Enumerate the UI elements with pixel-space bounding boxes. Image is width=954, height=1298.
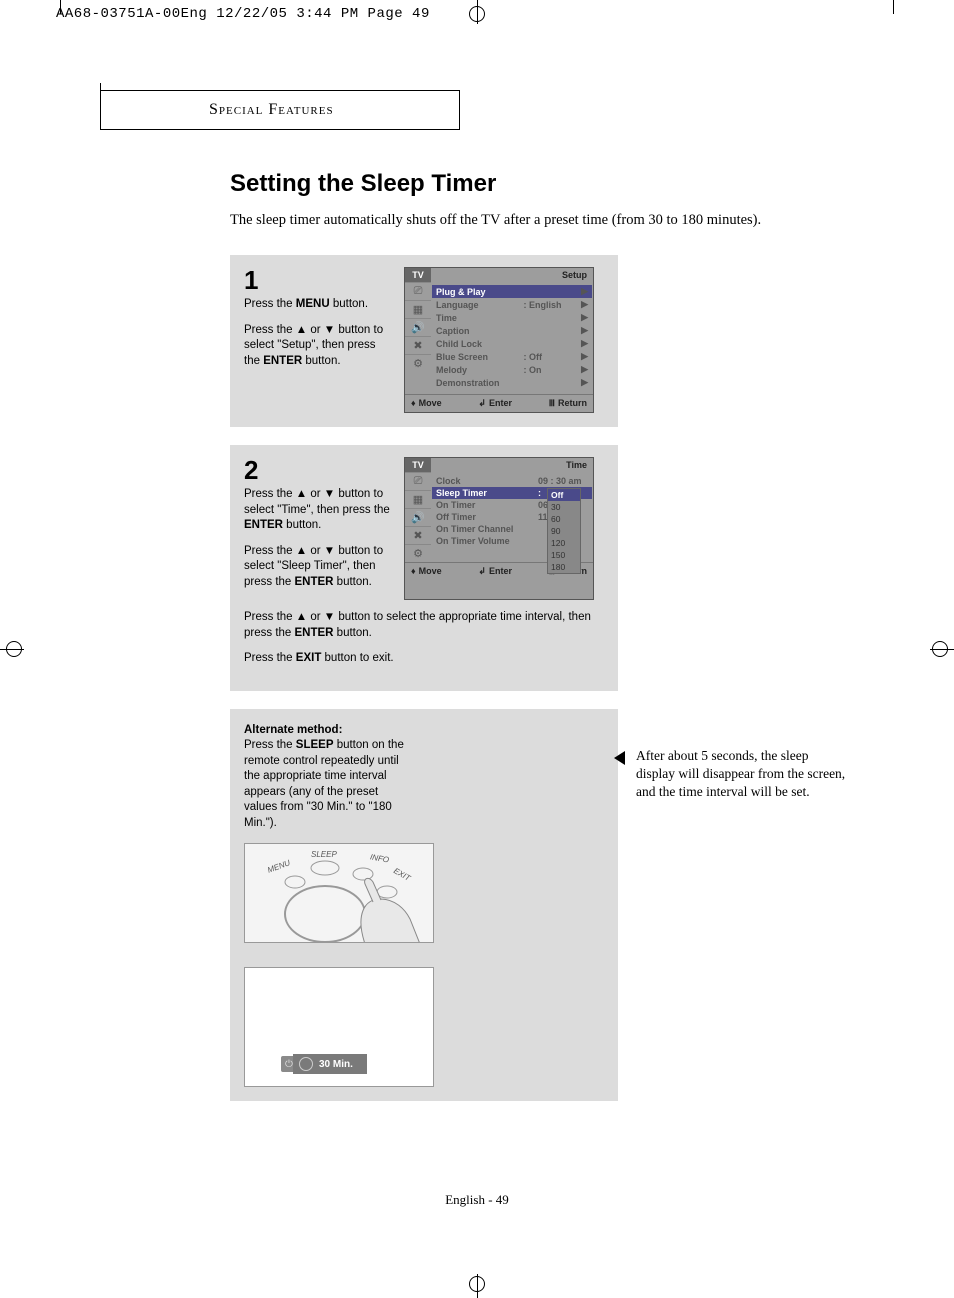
osd-row-demonstration: Demonstration▶: [436, 376, 588, 389]
sleep-timer-dropdown: Off 30 60 90 120 150 180: [547, 488, 581, 574]
page-title: Setting the Sleep Timer: [230, 170, 920, 198]
exit-key: EXIT: [296, 652, 322, 664]
alternate-text: Alternate method: Press the SLEEP button…: [244, 723, 404, 832]
section-heading: Special Features: [100, 90, 460, 130]
crop-mark-left: [0, 637, 24, 661]
osd-enter-hint: ↲Enter: [478, 398, 512, 409]
t: button.: [333, 627, 371, 639]
step-2-box: 2 Press the ▲ or ▼ button to select "Tim…: [230, 445, 618, 691]
osd-footer: ♦Move ↲Enter ⅢReturn: [405, 394, 593, 412]
osd-tv-tab: TV: [405, 458, 431, 472]
t: button.: [302, 355, 340, 367]
osd-icon-column: ⎚ ▦ 🔊 ✖ ⚙: [405, 282, 431, 394]
sleep-osd-preview: ⏻ 30 Min.: [244, 967, 434, 1087]
osd-row-time: Time▶: [436, 311, 588, 324]
t: button on the remote control repeatedly …: [244, 739, 404, 829]
step-2-continued: Press the ▲ or ▼ button to select the ap…: [244, 610, 604, 667]
t: button to exit.: [321, 652, 393, 664]
t: button.: [333, 576, 371, 588]
osd-row-melody: Melody: On▶: [436, 363, 588, 376]
osd-move-hint: ♦Move: [411, 566, 442, 577]
t: button.: [283, 519, 321, 531]
crop-mark-top: [465, 0, 489, 24]
t: Press the: [244, 739, 296, 751]
osd-icon-column: ⎚ ▦ 🔊 ✖ ⚙: [405, 472, 431, 562]
osd-time-menu: TV Time ⎚ ▦ 🔊 ✖ ⚙ Clock09 : 30 am Sleep …: [404, 457, 594, 600]
osd-tv-tab: TV: [405, 268, 431, 282]
enter-key: ENTER: [244, 519, 283, 531]
remote-illustration: MENU SLEEP INFO EXIT: [244, 843, 434, 943]
osd-return-hint: ⅢReturn: [549, 398, 587, 409]
triangle-left-icon: [614, 751, 625, 765]
sound-icon: 🔊: [405, 508, 431, 526]
t: Press the: [244, 652, 296, 664]
dropdown-opt-off: Off: [548, 489, 580, 501]
t: Press the: [244, 298, 296, 310]
osd-row-clock: Clock09 : 30 am: [436, 475, 588, 487]
alternate-heading: Alternate method:: [244, 724, 342, 736]
sleep-key: SLEEP: [296, 739, 334, 751]
setup-icon: ⚙: [405, 544, 431, 562]
dropdown-opt-180: 180: [548, 561, 580, 573]
corner-tick: [893, 0, 894, 14]
dropdown-opt-90: 90: [548, 525, 580, 537]
crop-mark-bottom: [465, 1274, 489, 1298]
page-footer: English - 49: [445, 1192, 509, 1208]
enter-key: ENTER: [263, 355, 302, 367]
osd-row-language: Language: English▶: [436, 298, 588, 311]
osd-row-child-lock: Child Lock▶: [436, 337, 588, 350]
osd-move-hint: ♦Move: [411, 398, 442, 409]
step-1-number: 1: [244, 267, 394, 293]
sound-icon: 🔊: [405, 318, 431, 336]
input-icon: ⎚: [405, 472, 431, 490]
remote-drawing-icon: [245, 844, 434, 943]
osd-row-blue-screen: Blue Screen: Off▶: [436, 350, 588, 363]
step-2-text: 2 Press the ▲ or ▼ button to select "Tim…: [244, 457, 394, 600]
osd-setup-menu: TV Setup ⎚ ▦ 🔊 ✖ ⚙ Plug & Play▶ Language…: [404, 267, 594, 413]
osd-enter-hint: ↲Enter: [478, 566, 512, 577]
step-2-number: 2: [244, 457, 394, 483]
enter-key: ENTER: [295, 576, 334, 588]
t: button.: [330, 298, 368, 310]
step-1-text: 1 Press the MENU button. Press the ▲ or …: [244, 267, 394, 413]
section-heading-text: Special Features: [209, 101, 334, 119]
setup-icon: ⚙: [405, 354, 431, 372]
dropdown-opt-150: 150: [548, 549, 580, 561]
osd-list: Plug & Play▶ Language: English▶ Time▶ Ca…: [431, 282, 593, 394]
crop-mark-right: [930, 637, 954, 661]
osd-title: Setup: [431, 268, 593, 282]
osd-row-caption: Caption▶: [436, 324, 588, 337]
step-1-box: 1 Press the MENU button. Press the ▲ or …: [230, 255, 618, 427]
dropdown-opt-60: 60: [548, 513, 580, 525]
dropdown-opt-30: 30: [548, 501, 580, 513]
side-note: After about 5 seconds, the sleep display…: [636, 747, 846, 802]
alternate-method-box: Alternate method: Press the SLEEP button…: [230, 709, 618, 1102]
side-note-text: After about 5 seconds, the sleep display…: [636, 748, 845, 799]
channel-icon: ✖: [405, 526, 431, 544]
dropdown-opt-120: 120: [548, 537, 580, 549]
enter-key: ENTER: [295, 627, 334, 639]
menu-key: MENU: [296, 298, 330, 310]
sleep-osd-value: 30 Min.: [293, 1054, 367, 1074]
t: Press the ▲ or ▼ button to select "Time"…: [244, 488, 390, 516]
input-icon: ⎚: [405, 282, 431, 300]
picture-icon: ▦: [405, 300, 431, 318]
channel-icon: ✖: [405, 336, 431, 354]
corner-tick: [60, 0, 61, 14]
osd-title: Time: [431, 458, 593, 472]
osd-row-plug-play: Plug & Play▶: [432, 285, 592, 298]
print-slug: AA68-03751A-00Eng 12/22/05 3:44 PM Page …: [56, 6, 430, 22]
intro-paragraph: The sleep timer automatically shuts off …: [230, 212, 920, 229]
picture-icon: ▦: [405, 490, 431, 508]
